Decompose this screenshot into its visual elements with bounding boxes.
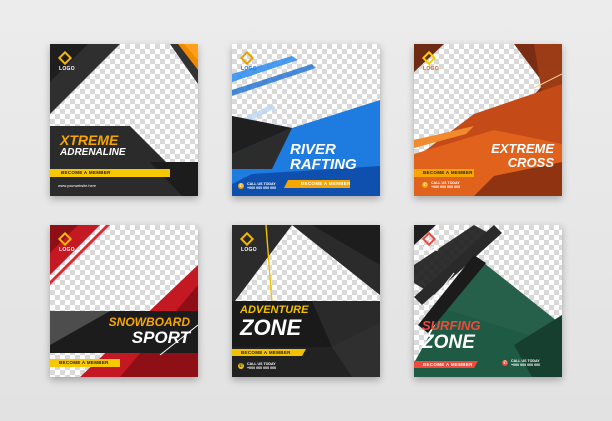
title-line-2: ADRENALINE	[60, 147, 126, 158]
title-line-2: ZONE	[240, 315, 302, 340]
card-extreme-cross: LOGO EXTREME CROSS BECOME A MEMBER ✆ CAL…	[414, 44, 562, 196]
title-line-2: SPORT	[131, 328, 190, 347]
title-line-1: RIVER	[290, 141, 336, 158]
brand-logo: LOGO	[239, 231, 257, 253]
become-member-button[interactable]: BECOME A MEMBER	[296, 180, 356, 187]
contact-number: +000 000 000 000	[247, 186, 277, 191]
logo-mark-icon	[57, 231, 73, 247]
become-member-button[interactable]: BECOME A MEMBER	[54, 359, 114, 366]
brand-logo: LOGO	[421, 231, 439, 253]
card-title: XTREME ADRENALINE	[60, 133, 126, 158]
card-title: EXTREME CROSS	[491, 142, 554, 169]
phone-icon: ✆	[502, 360, 508, 367]
logo-mark-icon	[421, 50, 437, 66]
card-surfing-zone: LOGO SURFING ZONE BECOME A MEMBER ✆ CALL…	[414, 225, 562, 377]
contact-info: ✆ CALL US TODAY +000 000 000 000	[502, 359, 540, 368]
become-member-button[interactable]: BECOME A MEMBER	[418, 361, 478, 368]
title-line-1: SNOWBOARD	[108, 315, 190, 329]
title-line-1: EXTREME	[491, 141, 554, 156]
logo-text: LOGO	[241, 66, 257, 72]
phone-icon: ✆	[238, 363, 244, 370]
title-line-2: ZONE	[422, 332, 475, 353]
card-title: RIVER RAFTING	[290, 142, 357, 172]
card-title: ADVENTURE ZONE	[240, 305, 308, 339]
logo-mark-icon	[239, 50, 255, 66]
logo-text: LOGO	[59, 66, 75, 72]
logo-mark-icon	[57, 50, 73, 66]
become-member-button[interactable]: BECOME A MEMBER	[236, 349, 296, 356]
contact-info: ✆ CALL US TODAY +000 000 000 000	[238, 182, 276, 191]
contact-number: +000 000 000 000	[431, 185, 461, 190]
logo-text: LOGO	[423, 247, 439, 253]
contact-number: +000 000 000 000	[511, 363, 541, 368]
card-xtreme-adrenaline: LOGO XTREME ADRENALINE BECOME A MEMBER w…	[50, 44, 198, 196]
phone-icon: ✆	[238, 183, 244, 190]
title-line-1: SURFING	[422, 318, 481, 333]
brand-logo: LOGO	[57, 50, 75, 72]
contact-number: +000 000 000 000	[247, 366, 277, 371]
brand-logo: LOGO	[239, 50, 257, 72]
phone-icon: ✆	[422, 182, 428, 189]
logo-text: LOGO	[59, 247, 75, 253]
brand-logo: LOGO	[57, 231, 75, 253]
card-title: SURFING ZONE	[422, 319, 481, 352]
title-line-1: XTREME	[60, 132, 119, 148]
website-text: www.yourwebsite.here	[58, 184, 96, 188]
title-line-2: CROSS	[507, 155, 554, 170]
card-adventure-zone: LOGO ADVENTURE ZONE BECOME A MEMBER ✆ CA…	[232, 225, 380, 377]
logo-mark-icon	[239, 231, 255, 247]
brand-logo: LOGO	[421, 50, 439, 72]
card-title: SNOWBOARD SPORT	[109, 316, 190, 346]
logo-mark-icon	[421, 231, 437, 247]
title-line-2: RAFTING	[290, 156, 357, 173]
contact-info: ✆ CALL US TODAY +000 000 000 000	[238, 362, 276, 371]
card-river-rafting: LOGO RIVER RAFTING ✆ CALL US TODAY +000 …	[232, 44, 380, 196]
become-member-button[interactable]: BECOME A MEMBER	[56, 169, 116, 176]
contact-info: ✆ CALL US TODAY +000 000 000 000	[422, 181, 460, 190]
card-snowboard-sport: LOGO SNOWBOARD SPORT BECOME A MEMBER	[50, 225, 198, 377]
become-member-button[interactable]: BECOME A MEMBER	[418, 169, 478, 176]
logo-text: LOGO	[241, 247, 257, 253]
logo-text: LOGO	[423, 66, 439, 72]
